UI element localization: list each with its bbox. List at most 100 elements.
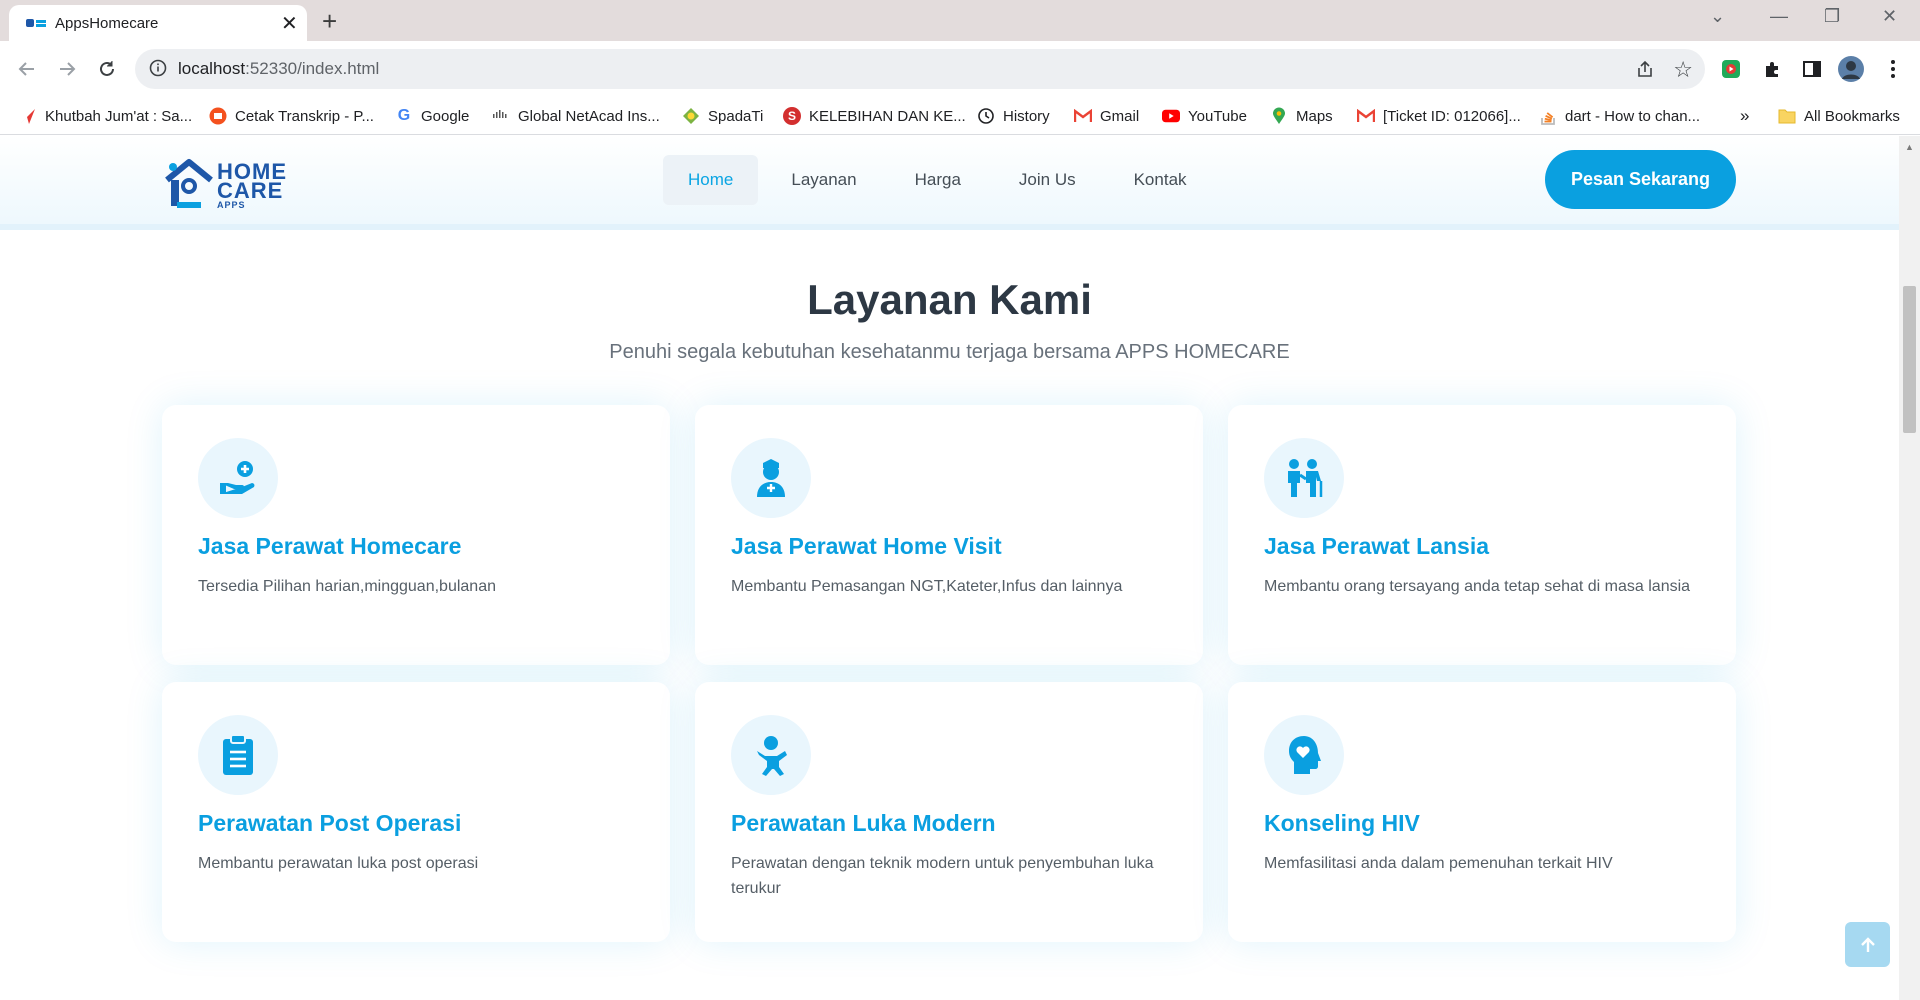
bookmark-item[interactable]: S KELEBIHAN DAN KE... bbox=[783, 105, 966, 127]
nav-kontak[interactable]: Kontak bbox=[1109, 155, 1212, 205]
home-care-logo-icon bbox=[165, 159, 213, 208]
browser-tab[interactable]: AppsHomecare ✕ bbox=[9, 5, 307, 41]
bookmark-label: All Bookmarks bbox=[1804, 107, 1900, 125]
site-header: HOME CARE APPS Home Layanan Harga Join U… bbox=[0, 136, 1899, 230]
browser-tabstrip: AppsHomecare ✕ + ⌄ — ❐ ✕ bbox=[0, 0, 1920, 41]
stackoverflow-icon bbox=[1539, 107, 1557, 125]
back-to-top-button[interactable] bbox=[1845, 922, 1890, 967]
side-panel-icon[interactable] bbox=[1799, 56, 1825, 82]
reload-icon[interactable] bbox=[93, 55, 121, 83]
clipboard-icon bbox=[198, 715, 278, 795]
site-favicon-icon bbox=[26, 19, 46, 27]
url-text: localhost:52330/index.html bbox=[178, 59, 380, 78]
new-tab-icon[interactable]: + bbox=[322, 6, 337, 37]
gmail-icon bbox=[1074, 107, 1092, 125]
service-desc: Memfasilitasi anda dalam pemenuhan terka… bbox=[1264, 855, 1613, 872]
share-icon[interactable] bbox=[1635, 59, 1655, 79]
tab-search-icon[interactable]: ⌄ bbox=[1710, 6, 1725, 27]
cisco-icon bbox=[492, 107, 510, 125]
service-card-luka-modern[interactable]: Perawatan Luka Modern Perawatan dengan t… bbox=[695, 682, 1203, 942]
tab-close-icon[interactable]: ✕ bbox=[281, 11, 298, 36]
service-card-post-operasi[interactable]: Perawatan Post Operasi Membantu perawata… bbox=[162, 682, 670, 942]
service-title: Jasa Perawat Lansia bbox=[1264, 533, 1490, 559]
service-card-lansia[interactable]: Jasa Perawat Lansia Membantu orang tersa… bbox=[1228, 405, 1736, 665]
extensions-puzzle-icon[interactable] bbox=[1760, 56, 1786, 82]
bookmark-label: Cetak Transkrip - P... bbox=[235, 107, 374, 125]
user-nurse-icon bbox=[731, 438, 811, 518]
service-desc: Membantu perawatan luka post operasi bbox=[198, 855, 479, 872]
bookmark-item[interactable]: Global NetAcad Ins... bbox=[492, 105, 660, 127]
bookmark-label: YouTube bbox=[1188, 107, 1247, 125]
service-title: Perawatan Post Operasi bbox=[198, 810, 462, 836]
service-card-konseling-hiv[interactable]: Konseling HIV Memfasilitasi anda dalam p… bbox=[1228, 682, 1736, 942]
bookmark-item[interactable]: SpadaTi bbox=[682, 105, 763, 127]
nav-home[interactable]: Home bbox=[663, 155, 759, 205]
arrow-up-icon bbox=[1860, 936, 1875, 952]
service-title: Konseling HIV bbox=[1264, 810, 1420, 836]
bookmarks-bar: Khutbah Jum'at : Sa... Cetak Transkrip -… bbox=[0, 97, 1920, 135]
restore-icon[interactable]: ❐ bbox=[1824, 6, 1840, 27]
bookmark-item[interactable]: dart - How to chan... bbox=[1539, 105, 1700, 127]
bookmark-label: Google bbox=[421, 107, 470, 125]
more-bookmarks-button[interactable]: » bbox=[1740, 105, 1749, 127]
folder-icon bbox=[1778, 107, 1796, 125]
elderly-care-icon bbox=[1264, 438, 1344, 518]
nav-layanan[interactable]: Layanan bbox=[766, 155, 881, 205]
google-icon: G bbox=[397, 107, 411, 124]
bookmark-label: KELEBIHAN DAN KE... bbox=[809, 107, 966, 125]
bookmark-label: [Ticket ID: 012066]... bbox=[1383, 107, 1521, 125]
s-red-icon: S bbox=[783, 107, 801, 125]
browser-menu-icon[interactable] bbox=[1880, 56, 1906, 82]
page-viewport: HOME CARE APPS Home Layanan Harga Join U… bbox=[0, 136, 1899, 1000]
head-heart-icon bbox=[1264, 715, 1344, 795]
bookmark-label: Global NetAcad Ins... bbox=[518, 107, 660, 125]
forward-icon[interactable] bbox=[53, 55, 81, 83]
bookmark-item[interactable]: Gmail bbox=[1074, 105, 1139, 127]
history-icon bbox=[977, 107, 995, 125]
service-card-home-visit[interactable]: Jasa Perawat Home Visit Membantu Pemasan… bbox=[695, 405, 1203, 665]
service-card-homecare[interactable]: Jasa Perawat Homecare Tersedia Pilihan h… bbox=[162, 405, 670, 665]
all-bookmarks-folder[interactable]: All Bookmarks bbox=[1778, 105, 1900, 127]
bookmark-item[interactable]: Cetak Transkrip - P... bbox=[209, 105, 374, 127]
bookmark-item[interactable]: History bbox=[977, 105, 1050, 127]
service-desc: Membantu Pemasangan NGT,Kateter,Infus da… bbox=[731, 578, 1123, 595]
service-desc: Tersedia Pilihan harian,mingguan,bulanan bbox=[198, 578, 496, 595]
gmail-icon bbox=[1357, 107, 1375, 125]
section-subtitle: Penuhi segala kebutuhan kesehatanmu terj… bbox=[609, 341, 1290, 363]
service-title: Perawatan Luka Modern bbox=[731, 810, 996, 836]
bookmark-item[interactable]: G Google bbox=[395, 105, 470, 127]
bookmark-label: SpadaTi bbox=[708, 107, 764, 125]
service-desc: Perawatan dengan teknik modern untuk pen… bbox=[731, 855, 1154, 897]
browser-toolbar: localhost:52330/index.html ☆ bbox=[0, 41, 1920, 97]
scrollbar-thumb[interactable] bbox=[1903, 286, 1916, 433]
bookmark-item[interactable]: YouTube bbox=[1162, 105, 1247, 127]
section-title: Layanan Kami bbox=[807, 276, 1092, 323]
address-bar[interactable]: localhost:52330/index.html ☆ bbox=[135, 49, 1705, 89]
site-info-icon[interactable] bbox=[149, 59, 167, 77]
bookmark-item[interactable]: [Ticket ID: 012066]... bbox=[1357, 105, 1521, 127]
minimize-icon[interactable]: — bbox=[1770, 6, 1788, 27]
nav-harga[interactable]: Harga bbox=[890, 155, 986, 205]
baby-icon bbox=[731, 715, 811, 795]
tab-title: AppsHomecare bbox=[55, 15, 159, 32]
spada-icon bbox=[682, 107, 700, 125]
bookmark-item[interactable]: Khutbah Jum'at : Sa... bbox=[19, 105, 192, 127]
site-logo[interactable]: HOME CARE APPS bbox=[165, 156, 286, 212]
service-desc: Membantu orang tersayang anda tetap seha… bbox=[1264, 578, 1691, 595]
nav-join-us[interactable]: Join Us bbox=[994, 155, 1101, 205]
close-window-icon[interactable]: ✕ bbox=[1882, 6, 1897, 27]
maps-icon bbox=[1270, 107, 1288, 125]
page-scrollbar[interactable]: ▲ bbox=[1899, 136, 1920, 1000]
extension-green-icon[interactable] bbox=[1718, 56, 1744, 82]
profile-avatar[interactable] bbox=[1838, 56, 1864, 82]
main-nav: Home Layanan Harga Join Us Kontak bbox=[663, 155, 1212, 205]
youtube-icon bbox=[1162, 107, 1180, 125]
bookmark-label: History bbox=[1003, 107, 1050, 125]
back-icon[interactable] bbox=[13, 55, 41, 83]
bookmark-label: Gmail bbox=[1100, 107, 1140, 125]
bookmark-star-icon[interactable]: ☆ bbox=[1673, 57, 1693, 83]
pesan-sekarang-button[interactable]: Pesan Sekarang bbox=[1545, 150, 1736, 209]
scroll-up-arrow-icon[interactable]: ▲ bbox=[1905, 142, 1914, 152]
orange-app-icon bbox=[209, 107, 227, 125]
bookmark-item[interactable]: Maps bbox=[1270, 105, 1333, 127]
